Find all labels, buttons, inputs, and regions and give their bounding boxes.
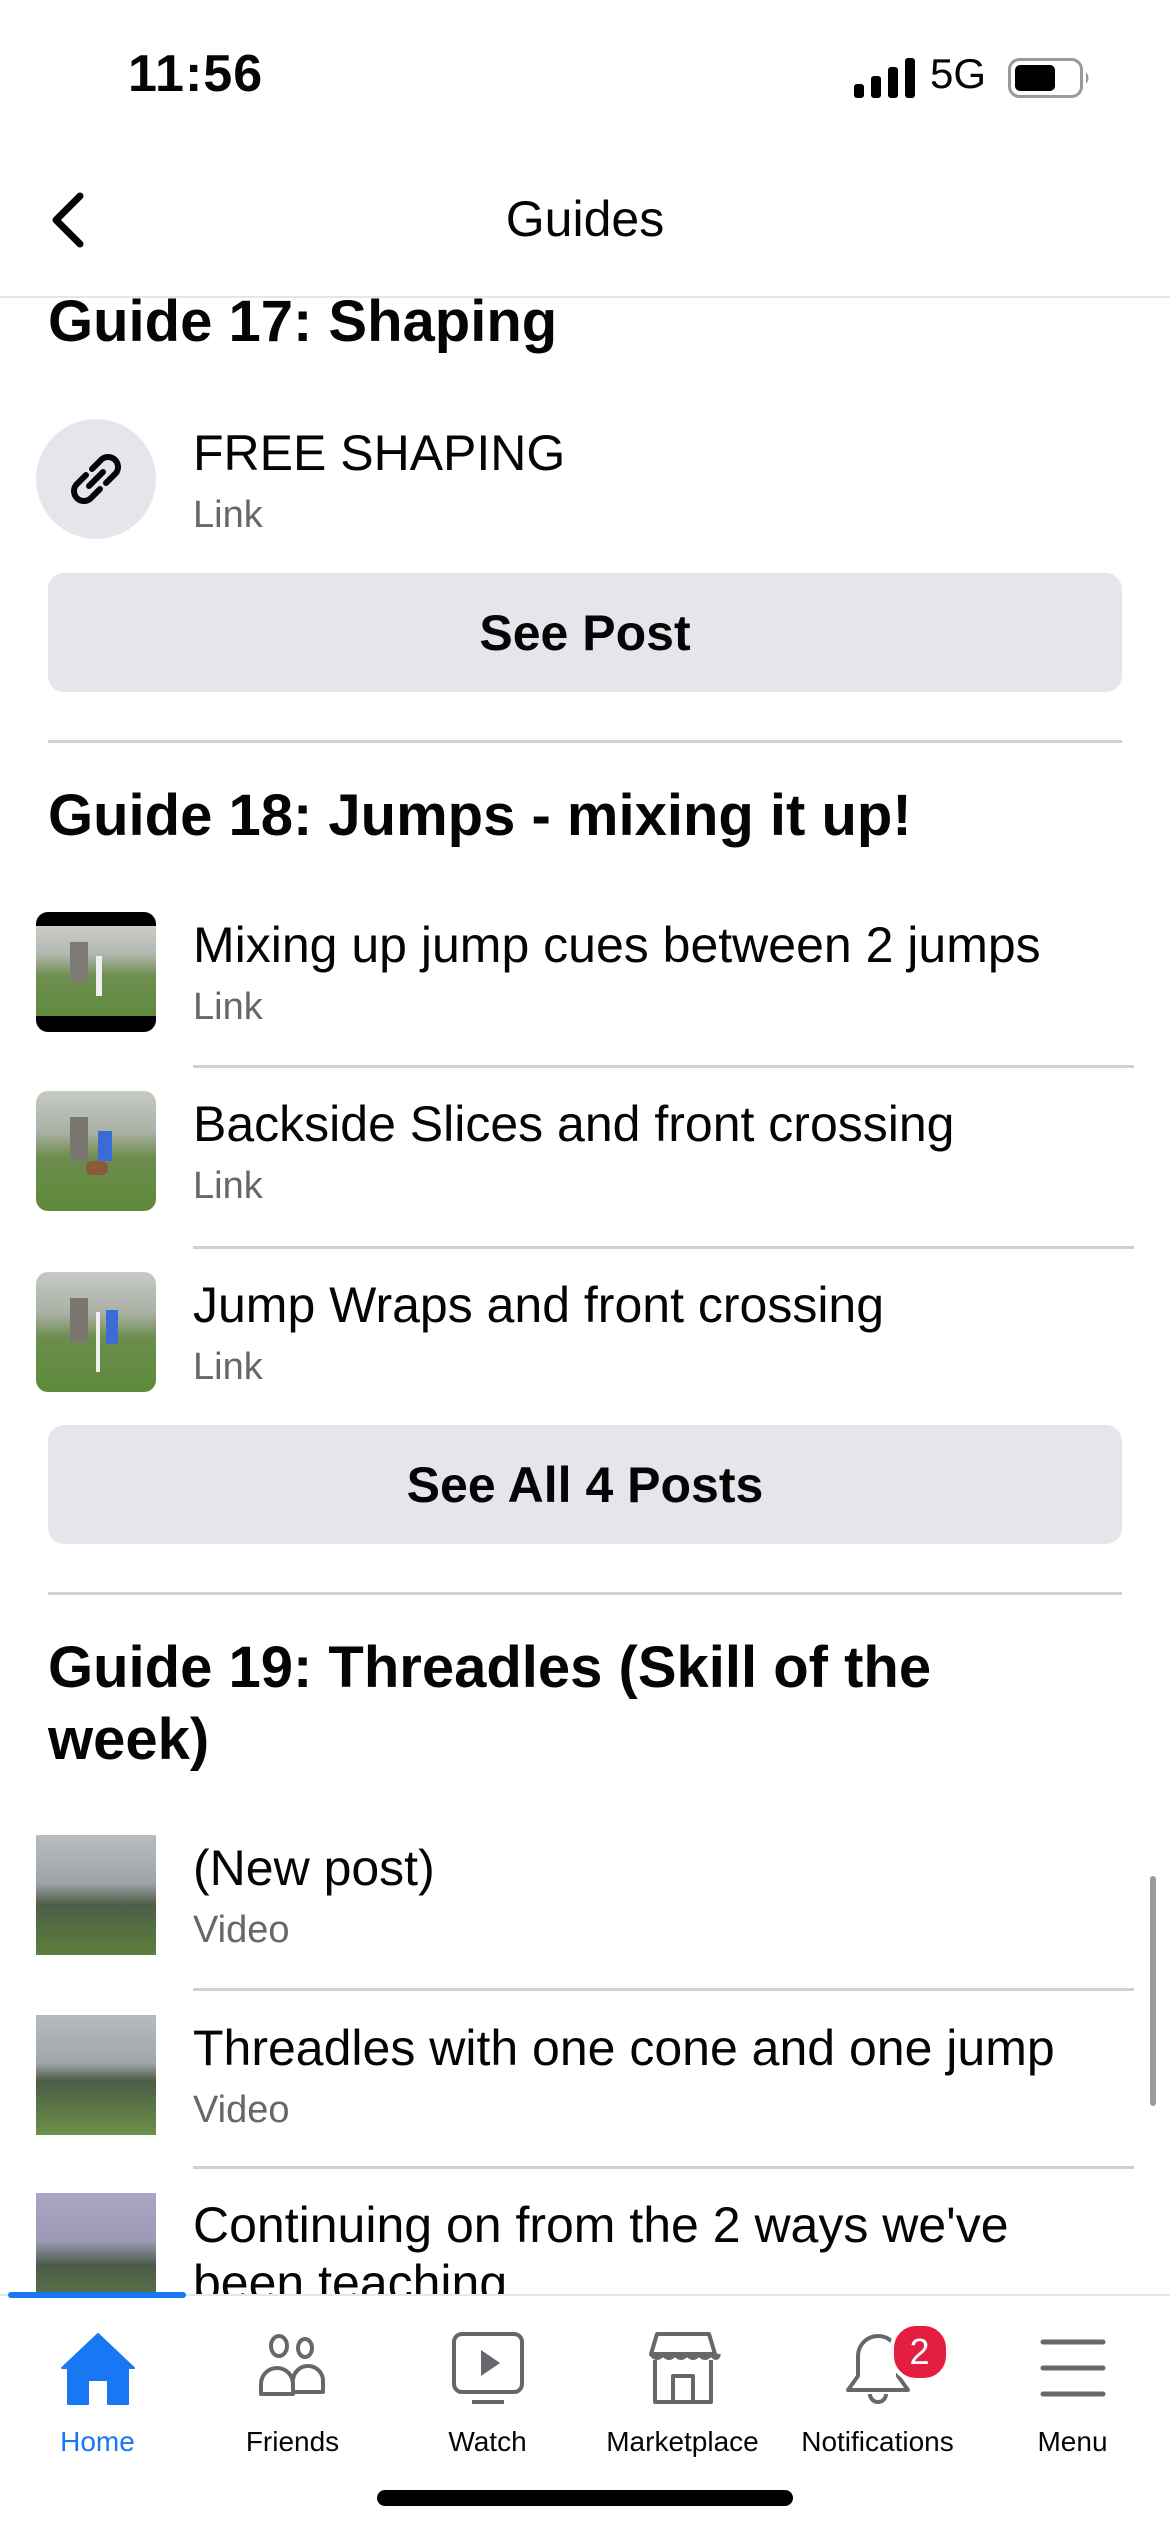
page-title: Guides [505,191,665,247]
tab-watch[interactable]: Watch [390,2300,585,2460]
guide-18-title: Guide 18: Jumps - mixing it up! [48,783,912,848]
row-separator [193,1988,1134,1991]
row-separator [193,1246,1134,1249]
guide-19-title-line1: Guide 19: Threadles (Skill of the [48,1635,932,1700]
active-tab-indicator [8,2292,186,2298]
row-separator [193,2166,1134,2169]
post-type: Link [193,494,263,536]
tab-label: Home [60,2426,135,2457]
post-title[interactable]: Mixing up jump cues between 2 jumps [193,915,1133,975]
see-post-button[interactable]: See Post [48,573,1122,692]
menu-icon [1033,2328,1113,2408]
link-icon[interactable] [36,419,156,539]
see-all-posts-button[interactable]: See All 4 Posts [48,1425,1122,1544]
watch-icon [448,2328,528,2408]
post-title-line1: Continuing on from the 2 ways we've [193,2197,1009,2253]
tab-label: Marketplace [606,2426,759,2457]
scrollbar[interactable] [1150,1876,1156,2106]
guide-17-title: Guide 17: Shaping [48,289,558,354]
tab-menu[interactable]: Menu [975,2300,1170,2460]
post-thumbnail[interactable] [36,1091,156,1211]
notification-badge: 2 [889,2322,950,2382]
post-title[interactable]: Backside Slices and front crossing [193,1094,1133,1154]
post-type: Link [193,1165,263,1207]
marketplace-icon [643,2328,723,2408]
status-time: 11:56 [128,45,264,103]
guide-19-title-line2: week) [48,1707,210,1772]
home-indicator[interactable] [377,2490,793,2506]
bell-icon: 2 [838,2322,950,2408]
video-thumbnail[interactable] [36,1835,156,1955]
post-type: Link [193,986,263,1028]
post-type: Link [193,1346,263,1388]
video-thumbnail[interactable] [36,2015,156,2135]
signal-icon [854,58,915,98]
tab-home[interactable]: Home [0,2300,195,2460]
post-title[interactable]: Threadles with one cone and one jump [193,2018,1133,2078]
row-separator [193,1065,1134,1068]
tab-label: Watch [448,2426,527,2457]
battery-icon [1008,58,1089,98]
section-divider [48,740,1122,743]
tab-friends[interactable]: Friends [195,2300,390,2460]
tab-label: Notifications [801,2426,954,2457]
post-thumbnail[interactable] [36,1272,156,1392]
guide-19-title: Guide 19: Threadles (Skill of the week) [48,1632,1048,1776]
home-icon [58,2328,138,2408]
tab-label: Friends [245,2426,340,2457]
tab-label: Menu [1037,2426,1108,2457]
post-type: Video [193,1909,290,1951]
post-type: Video [193,2089,290,2131]
post-title[interactable]: (New post) [193,1838,1133,1898]
post-thumbnail[interactable] [36,912,156,1032]
section-divider [48,1592,1122,1595]
post-title[interactable]: Jump Wraps and front crossing [193,1275,1133,1335]
network-type: 5G [930,50,987,97]
tab-marketplace[interactable]: Marketplace [585,2300,780,2460]
tab-notifications[interactable]: 2 Notifications [780,2300,975,2460]
friends-icon [253,2328,333,2408]
post-title[interactable]: FREE SHAPING [193,423,1133,483]
